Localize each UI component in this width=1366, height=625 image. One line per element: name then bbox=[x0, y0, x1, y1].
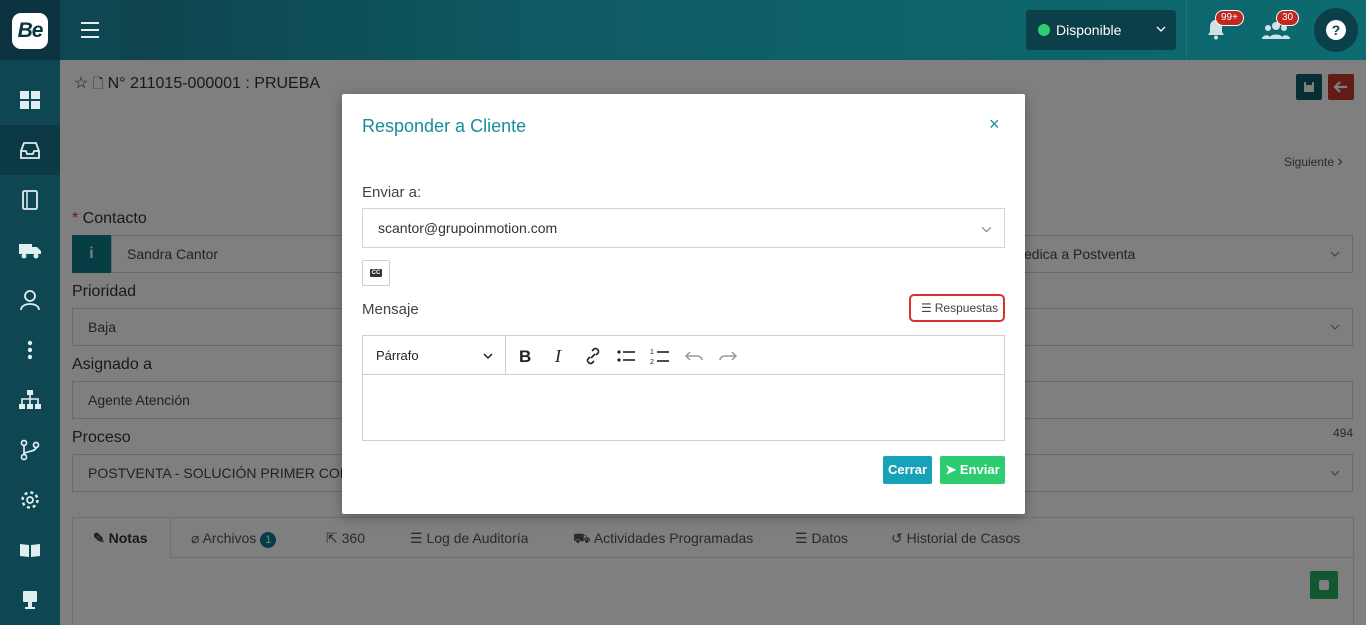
sidebar-item-kiosk[interactable] bbox=[0, 575, 60, 625]
sidebar-item-more[interactable] bbox=[0, 325, 60, 375]
responses-label: Respuestas bbox=[934, 301, 999, 315]
sidebar-item-dashboard[interactable] bbox=[0, 75, 60, 125]
kiosk-icon bbox=[23, 591, 37, 609]
bullet-list-icon[interactable] bbox=[616, 346, 636, 366]
paper-plane-icon: ➤ bbox=[945, 462, 957, 477]
gear-icon bbox=[21, 491, 39, 509]
sidebar-item-contacts-book[interactable] bbox=[0, 175, 60, 225]
undo-icon[interactable] bbox=[684, 346, 704, 366]
responses-button[interactable]: ☰ Respuestas bbox=[909, 294, 1005, 322]
message-body[interactable] bbox=[363, 376, 1004, 440]
link-icon[interactable] bbox=[583, 346, 603, 366]
cc-icon: CC bbox=[370, 269, 382, 277]
top-divider bbox=[1186, 0, 1187, 60]
sidebar-item-org-chart[interactable] bbox=[0, 375, 60, 425]
sidebar-item-delivery[interactable] bbox=[0, 225, 60, 275]
italic-icon[interactable]: I bbox=[549, 346, 569, 366]
logo-area: Be bbox=[0, 0, 60, 60]
send-button[interactable]: ➤ Enviar bbox=[940, 456, 1005, 484]
status-label: Disponible bbox=[1056, 22, 1122, 38]
chevron-down-icon bbox=[483, 353, 493, 360]
paragraph-format-select[interactable]: Párrafo bbox=[363, 336, 506, 375]
sidebar-item-knowledge[interactable] bbox=[0, 525, 60, 575]
numbered-list-icon[interactable]: 12 bbox=[650, 346, 670, 366]
open-book-icon bbox=[20, 544, 40, 557]
send-label: Enviar bbox=[959, 462, 1000, 477]
status-dot bbox=[1038, 24, 1050, 36]
send-to-select[interactable]: scantor@grupoinmotion.com bbox=[362, 208, 1005, 248]
user-icon bbox=[20, 290, 40, 311]
close-icon[interactable]: × bbox=[989, 114, 1000, 135]
sitemap-icon bbox=[19, 390, 41, 409]
svg-text:1: 1 bbox=[650, 349, 654, 356]
svg-text:I: I bbox=[554, 346, 562, 366]
paragraph-label: Párrafo bbox=[376, 348, 419, 363]
send-to-value: scantor@grupoinmotion.com bbox=[378, 220, 558, 236]
more-vertical-icon bbox=[27, 340, 33, 360]
hamburger-menu-icon[interactable] bbox=[81, 22, 99, 38]
bold-icon[interactable]: B bbox=[515, 346, 535, 366]
svg-text:B: B bbox=[519, 347, 531, 366]
top-bar: Be Disponible 99+ 30 ? bbox=[0, 0, 1366, 60]
sidebar-item-settings[interactable] bbox=[0, 475, 60, 525]
editor-toolbar: Párrafo B I 12 bbox=[363, 336, 1004, 375]
book-icon bbox=[22, 190, 38, 210]
svg-text:2: 2 bbox=[650, 359, 654, 366]
chevron-down-icon bbox=[1156, 26, 1166, 32]
code-branch-icon bbox=[20, 439, 40, 461]
send-to-label: Enviar a: bbox=[362, 184, 422, 201]
notifications-badge: 99+ bbox=[1215, 10, 1244, 26]
reply-modal: Responder a Cliente × Enviar a: scantor@… bbox=[342, 94, 1025, 514]
inbox-icon bbox=[20, 142, 40, 159]
availability-status-select[interactable]: Disponible bbox=[1026, 10, 1176, 50]
question-icon: ? bbox=[1326, 20, 1346, 40]
redo-icon[interactable] bbox=[718, 346, 738, 366]
app-logo[interactable]: Be bbox=[12, 13, 48, 49]
sidebar-item-user[interactable] bbox=[0, 275, 60, 325]
truck-icon bbox=[19, 244, 41, 259]
sidebar-item-inbox[interactable] bbox=[0, 125, 60, 175]
cc-button[interactable]: CC bbox=[362, 260, 390, 286]
chevron-down-icon bbox=[981, 226, 992, 233]
sidebar-item-workflow[interactable] bbox=[0, 425, 60, 475]
message-editor: Párrafo B I 12 bbox=[362, 335, 1005, 441]
close-button[interactable]: Cerrar bbox=[883, 456, 932, 484]
dashboard-icon bbox=[20, 91, 40, 109]
users-badge: 30 bbox=[1276, 10, 1300, 26]
message-label: Mensaje bbox=[362, 301, 419, 318]
modal-title: Responder a Cliente bbox=[362, 116, 527, 136]
sidebar bbox=[0, 60, 60, 625]
help-button[interactable]: ? bbox=[1314, 8, 1358, 52]
list-icon: ☰ bbox=[921, 301, 932, 315]
